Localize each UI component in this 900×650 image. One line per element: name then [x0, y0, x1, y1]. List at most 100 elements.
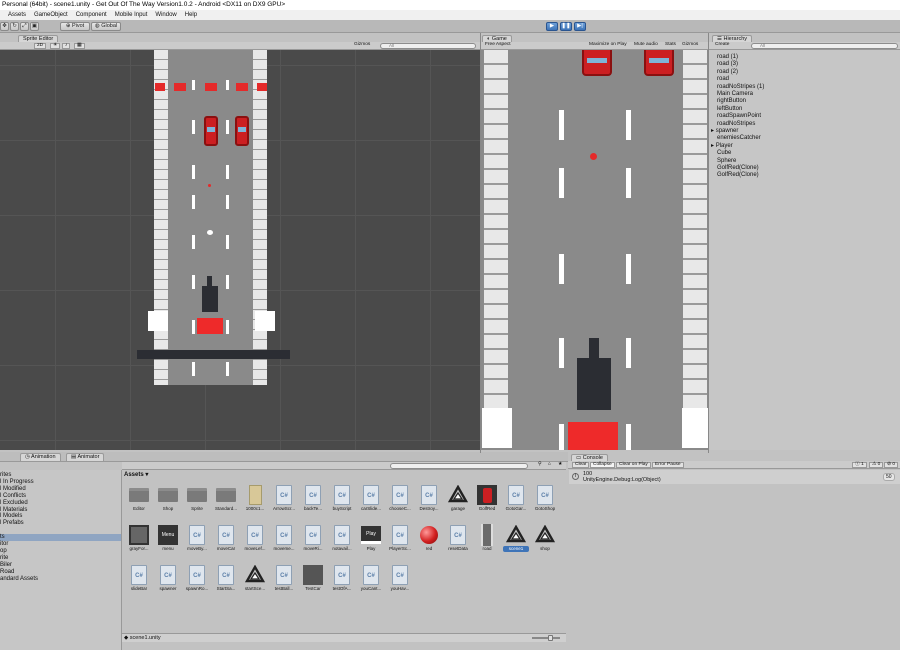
asset-item[interactable]: C# testBall... [271, 564, 297, 592]
asset-item[interactable]: C# chooseC... [387, 484, 413, 512]
asset-item[interactable]: grayFor... [126, 524, 152, 552]
asset-item[interactable]: C# moveLef... [242, 524, 268, 552]
zoom-slider-thumb[interactable] [548, 635, 553, 641]
hierarchy-item[interactable]: road (2) [717, 69, 738, 76]
pivot-toggle[interactable]: ⊕ Pivot [60, 22, 90, 31]
hierarchy-item[interactable]: road [717, 76, 729, 83]
audio-icon[interactable]: ♪ [62, 43, 71, 49]
hierarchy-item[interactable]: ▸ Player [711, 143, 734, 150]
asset-item[interactable]: C# moveBy... [184, 524, 210, 552]
tab-animation[interactable]: ◷ Animation [20, 453, 61, 461]
hierarchy-create-dropdown[interactable]: Create [713, 42, 731, 49]
asset-item[interactable]: Standard... [213, 484, 239, 512]
hierarchy-item[interactable]: GolfRed(Clone) [717, 172, 759, 179]
hierarchy-item[interactable]: road (3) [717, 61, 738, 68]
asset-item[interactable]: Play Play [358, 524, 384, 552]
asset-item[interactable]: Sprite [184, 484, 210, 512]
mode-2d-toggle[interactable]: 2D [34, 43, 47, 49]
hierarchy-item[interactable]: ▸ spawner [711, 128, 740, 135]
asset-item[interactable]: GolfRed [474, 484, 500, 512]
rect-tool-icon[interactable]: ▣ [30, 22, 39, 31]
game-gizmos-dropdown[interactable]: Gizmos [680, 42, 700, 49]
asset-item[interactable]: C# slideBar [126, 564, 152, 592]
stats-toggle[interactable]: Stats [663, 42, 678, 49]
play-button[interactable]: ▶ [546, 22, 558, 31]
asset-item[interactable]: TestCar [300, 564, 326, 592]
menu-component[interactable]: Component [76, 10, 107, 20]
hierarchy-item[interactable]: Cube [717, 150, 731, 157]
asset-item[interactable]: C# youCant... [358, 564, 384, 592]
hierarchy-item[interactable]: rightButton [717, 98, 746, 105]
asset-item[interactable]: C# Destroy... [416, 484, 442, 512]
asset-item[interactable]: garage [445, 484, 471, 512]
project-search-input[interactable] [390, 463, 528, 469]
hierarchy-item[interactable]: roadNoStripes (1) [717, 84, 764, 91]
menu-gameobject[interactable]: GameObject [34, 10, 68, 20]
move-tool-icon[interactable]: ✥ [0, 22, 9, 31]
asset-item[interactable]: red [416, 524, 442, 552]
asset-item[interactable]: C# notavail... [329, 524, 355, 552]
game-view[interactable] [480, 50, 708, 450]
menu-help[interactable]: Help [185, 10, 197, 20]
panel-divider[interactable] [480, 33, 481, 453]
asset-item[interactable]: C# testOfA... [329, 564, 355, 592]
console-warn-count[interactable]: ⚠ 0 [869, 462, 884, 468]
asset-item[interactable]: shop [532, 524, 558, 552]
light-icon[interactable]: ☀ [50, 43, 61, 49]
game-left-button[interactable] [482, 408, 512, 448]
asset-item[interactable]: C# backTe... [300, 484, 326, 512]
asset-item[interactable]: Editor [126, 484, 152, 512]
pause-button[interactable]: ❚❚ [560, 22, 572, 31]
asset-item[interactable]: C# youHav... [387, 564, 413, 592]
asset-item[interactable]: C# moveme... [271, 524, 297, 552]
asset-item[interactable]: C# carSlide... [358, 484, 384, 512]
asset-item[interactable]: C# moveCar [213, 524, 239, 552]
hierarchy-item[interactable]: Sphere [717, 158, 736, 165]
asset-item[interactable]: scene1 [503, 524, 529, 552]
asset-item[interactable]: road [474, 524, 500, 552]
label-icon[interactable]: ⌂ [546, 462, 553, 469]
maximize-on-play-toggle[interactable]: Maximize on Play [587, 42, 629, 49]
tab-animator[interactable]: ▤ Animator [66, 453, 105, 461]
filter-icon[interactable]: ⚲ [536, 462, 544, 469]
zoom-slider[interactable] [532, 637, 560, 639]
global-toggle[interactable]: ◍ Global [91, 22, 121, 31]
hierarchy-item[interactable]: leftButton [717, 106, 742, 113]
hierarchy-item[interactable]: roadSpawnPoint [717, 113, 761, 120]
console-log-count[interactable]: ⓘ 1 [852, 462, 867, 468]
asset-item[interactable]: C# GotoShop [532, 484, 558, 512]
hierarchy-item[interactable]: road (1) [717, 54, 738, 61]
asset-item[interactable]: startSce... [242, 564, 268, 592]
hierarchy-item[interactable]: roadNoStripes [717, 121, 755, 128]
hierarchy-item[interactable]: enemiesCatcher [717, 135, 761, 142]
asset-item[interactable]: C# PlayerSc... [387, 524, 413, 552]
asset-item[interactable]: C# ArrowScr... [271, 484, 297, 512]
console-log-entry[interactable]: i 100 UnityEngine.Debug:Log(Object) 50 [569, 470, 900, 484]
rotate-tool-icon[interactable]: ↻ [10, 22, 19, 31]
star-icon[interactable]: ★ [556, 462, 564, 469]
scene-search-input[interactable]: All [380, 43, 476, 49]
asset-item[interactable]: C# StartSa... [213, 564, 239, 592]
asset-item[interactable]: C# moveRi... [300, 524, 326, 552]
project-tree-item[interactable]: andard Assets [0, 576, 121, 583]
console-collapse-toggle[interactable]: Collapse [590, 462, 615, 468]
console-clear-button[interactable]: Clear [572, 462, 590, 468]
asset-item[interactable]: C# buyScript [329, 484, 355, 512]
console-clear-on-play-toggle[interactable]: Clear on Play [616, 462, 651, 468]
scale-tool-icon[interactable]: ⤢ [20, 22, 29, 31]
menu-window[interactable]: Window [155, 10, 176, 20]
scene-view[interactable] [0, 50, 480, 450]
asset-item[interactable]: Menu menu [155, 524, 181, 552]
menu-assets[interactable]: Assets [8, 10, 26, 20]
effects-icon[interactable]: ▦ [74, 43, 85, 49]
panel-divider[interactable] [708, 33, 709, 453]
hierarchy-item[interactable]: GolfRed(Clone) [717, 165, 759, 172]
asset-item[interactable]: 1000c1... [242, 484, 268, 512]
asset-item[interactable]: Shop [155, 484, 181, 512]
menu-mobile-input[interactable]: Mobile Input [115, 10, 148, 20]
game-right-button[interactable] [682, 408, 708, 448]
hierarchy-search-input[interactable]: All [751, 43, 898, 49]
game-red-button[interactable] [568, 422, 618, 450]
aspect-dropdown[interactable]: Free Aspect [483, 42, 558, 49]
console-error-pause-toggle[interactable]: Error Pause [652, 462, 684, 468]
